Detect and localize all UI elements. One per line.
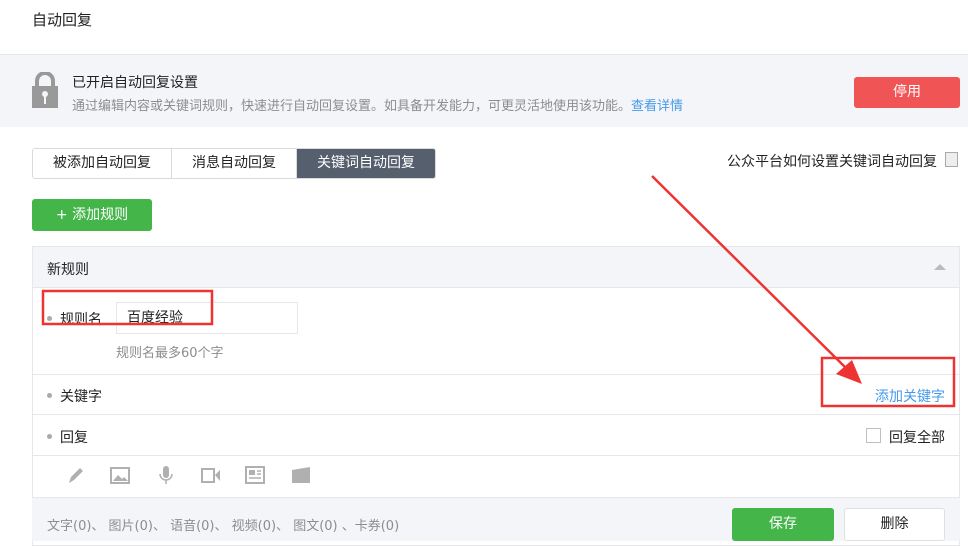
page-title: 自动回复 bbox=[32, 11, 93, 29]
keyword-label: 关键字 bbox=[60, 389, 102, 405]
reply-counts: 文字(0)、 图片(0)、 语音(0)、 视频(0)、 图文(0) 、卡券(0) bbox=[47, 519, 400, 534]
image-icon[interactable] bbox=[110, 465, 130, 485]
reply-label: 回复 bbox=[60, 430, 88, 446]
divider bbox=[32, 455, 960, 456]
collapse-icon[interactable] bbox=[934, 264, 946, 270]
rule-name-label: 规则名 bbox=[60, 312, 102, 328]
add-rule-label: 添加规则 bbox=[72, 207, 129, 223]
reply-all-checkbox[interactable] bbox=[866, 428, 881, 443]
banner-desc: 通过编辑内容或关键词规则，快速进行自动回复设置。如具备开发能力，可更灵活地使用该… bbox=[72, 95, 683, 114]
lock-icon bbox=[32, 72, 58, 108]
delete-button[interactable]: 删除 bbox=[844, 508, 945, 541]
plus-icon: + bbox=[55, 207, 73, 223]
disable-button[interactable]: 停用 bbox=[854, 77, 960, 108]
add-rule-button[interactable]: + 添加规则 bbox=[32, 199, 152, 231]
divider bbox=[32, 374, 960, 375]
tab-keyword-reply[interactable]: 关键词自动回复 bbox=[297, 149, 435, 178]
reply-all-label: 回复全部 bbox=[889, 430, 945, 446]
add-keyword-link[interactable]: 添加关键字 bbox=[875, 386, 945, 406]
video-icon[interactable] bbox=[201, 465, 221, 485]
rule-header-title: 新规则 bbox=[47, 262, 89, 278]
help-link[interactable]: 公众平台如何设置关键词自动回复 bbox=[727, 151, 937, 171]
tab-message-reply[interactable]: 消息自动回复 bbox=[172, 149, 297, 178]
save-button[interactable]: 保存 bbox=[732, 508, 834, 541]
rule-name-hint: 规则名最多60个字 bbox=[116, 346, 224, 361]
divider bbox=[32, 414, 960, 415]
pencil-icon[interactable] bbox=[66, 465, 86, 485]
rule-header[interactable]: 新规则 bbox=[32, 246, 960, 288]
view-details-link[interactable]: 查看详情 bbox=[631, 99, 683, 114]
rule-name-input[interactable]: 百度经验 bbox=[116, 302, 298, 334]
tab-added-reply[interactable]: 被添加自动回复 bbox=[33, 149, 172, 178]
card-icon[interactable] bbox=[291, 465, 311, 485]
microphone-icon[interactable] bbox=[156, 465, 176, 485]
news-icon[interactable] bbox=[245, 465, 265, 485]
bullet-icon bbox=[47, 316, 52, 321]
banner-title: 已开启自动回复设置 bbox=[72, 75, 198, 91]
reply-tabs: 被添加自动回复 消息自动回复 关键词自动回复 bbox=[32, 148, 436, 179]
document-icon[interactable] bbox=[945, 152, 958, 167]
banner-desc-text: 通过编辑内容或关键词规则，快速进行自动回复设置。如具备开发能力，可更灵活地使用该… bbox=[72, 99, 632, 114]
bullet-icon bbox=[47, 393, 52, 398]
bullet-icon bbox=[47, 434, 52, 439]
